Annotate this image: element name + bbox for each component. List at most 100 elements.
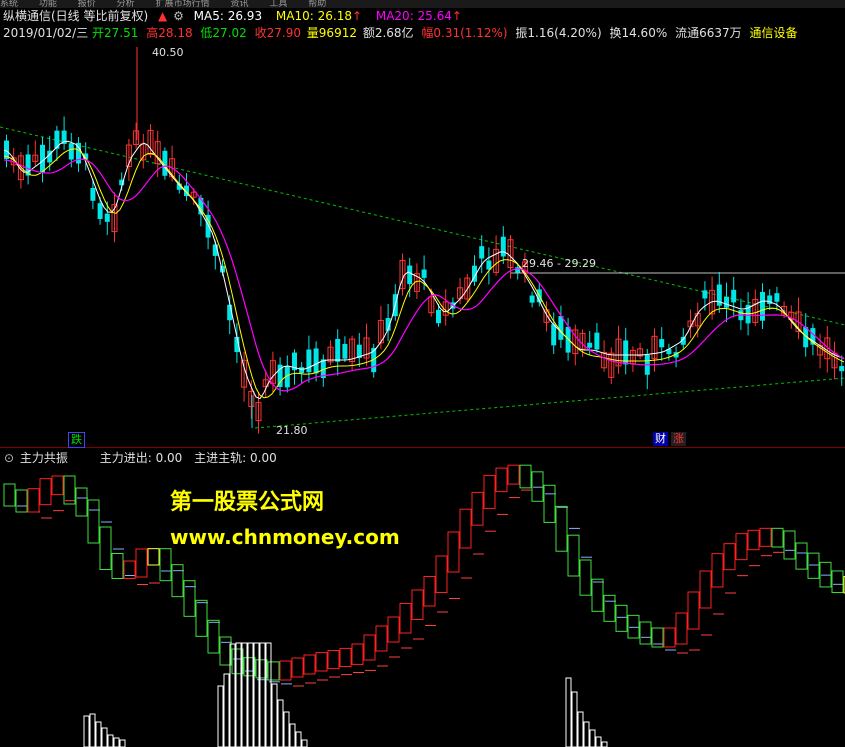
candle xyxy=(629,346,636,372)
indicator-bar xyxy=(271,683,278,747)
indicator-box xyxy=(159,548,172,582)
candle xyxy=(694,302,701,338)
indicator-bar xyxy=(247,642,254,747)
low-price-label: 21.80 xyxy=(276,424,308,437)
indicator-bar xyxy=(95,721,102,747)
indicator-bar xyxy=(601,741,608,747)
indicator-bar xyxy=(89,713,96,747)
candle xyxy=(608,347,615,384)
indicator-box xyxy=(507,464,520,485)
signal-tag-rise[interactable]: 涨 xyxy=(671,432,686,446)
indicator-box xyxy=(639,621,652,645)
indicator-box xyxy=(699,570,712,609)
candle xyxy=(436,303,441,327)
indicator-bar xyxy=(289,723,296,747)
indicator-box xyxy=(831,570,844,594)
candle xyxy=(601,340,608,372)
indicator-box xyxy=(327,650,340,670)
panel-menu-icon[interactable]: ⊙ xyxy=(4,449,14,467)
indicator-name[interactable]: 主力共振 xyxy=(20,449,68,467)
indicator-box xyxy=(315,652,328,672)
indicator-box xyxy=(807,552,820,579)
indicator-box xyxy=(387,616,400,643)
candle xyxy=(133,122,140,149)
indicator-box xyxy=(447,531,460,573)
candle xyxy=(486,247,492,285)
indicator-box xyxy=(663,627,676,648)
indicator-bar xyxy=(589,729,596,747)
indicator-box xyxy=(27,488,40,513)
indicator-box xyxy=(63,475,76,505)
indicator-bar xyxy=(217,685,224,747)
candle xyxy=(147,124,154,158)
candle xyxy=(32,140,39,166)
candle xyxy=(623,327,629,375)
candle xyxy=(327,340,334,366)
kline-chart[interactable] xyxy=(0,0,845,747)
indicator-bar xyxy=(583,721,590,747)
candle xyxy=(795,297,802,340)
indicator-box xyxy=(99,526,112,570)
candle xyxy=(615,325,622,374)
indicator-bar xyxy=(101,727,108,747)
candle xyxy=(464,273,471,302)
indicator-box xyxy=(603,594,616,622)
candle xyxy=(760,283,765,330)
indicator-box xyxy=(435,555,448,593)
candle xyxy=(140,133,147,169)
candle xyxy=(104,201,110,236)
indicator-bar xyxy=(277,699,284,747)
indicator-box xyxy=(735,533,748,561)
candle xyxy=(212,240,218,270)
indicator-bar xyxy=(577,711,584,747)
high-price-label: 40.50 xyxy=(152,46,184,59)
candle xyxy=(90,179,96,210)
indicator-box xyxy=(171,564,184,598)
indicator-bar xyxy=(107,734,114,747)
indicator-box xyxy=(483,475,496,509)
indicator-box xyxy=(303,654,316,675)
candle xyxy=(594,323,600,353)
indicator-box xyxy=(759,527,772,547)
indicator-box xyxy=(183,580,196,617)
candle xyxy=(335,329,341,376)
indicator-param-2: 主进主轨: 0.00 xyxy=(194,451,277,465)
indicator-box xyxy=(135,548,148,578)
indicator-box xyxy=(711,553,724,588)
candle xyxy=(442,289,449,326)
indicator-box xyxy=(375,625,388,652)
indicator-bar xyxy=(259,642,266,747)
watermark-title: 第一股票公式网 xyxy=(170,490,325,515)
candle xyxy=(25,144,31,185)
candle xyxy=(774,286,780,311)
candle xyxy=(637,342,644,359)
indicator-box xyxy=(783,530,796,560)
indicator-box xyxy=(147,548,160,566)
indicator-box xyxy=(579,559,592,596)
indicator-box xyxy=(819,561,832,588)
indicator-box xyxy=(543,484,556,523)
indicator-box xyxy=(111,553,124,579)
indicator-box xyxy=(423,576,436,607)
candle xyxy=(752,289,759,326)
indicator-box xyxy=(495,467,508,493)
indicator-bar xyxy=(571,691,578,747)
indicator-box xyxy=(723,543,736,571)
indicator-box xyxy=(363,634,376,661)
candle xyxy=(97,196,103,225)
indicator-box xyxy=(615,604,628,632)
indicator-bar xyxy=(83,715,90,747)
indicator-title-bar: ⊙ 主力共振 主力进出: 0.00 主进主轨: 0.00 xyxy=(0,449,845,467)
signal-tag-finance[interactable]: 财 xyxy=(653,432,668,446)
candle xyxy=(227,295,233,335)
indicator-box xyxy=(591,578,604,612)
indicator-box xyxy=(39,478,52,506)
signal-tag-fall[interactable]: 跌 xyxy=(68,432,85,448)
candle xyxy=(184,173,189,201)
candle xyxy=(356,332,362,367)
candle xyxy=(716,271,722,313)
candle xyxy=(306,335,312,383)
indicator-box xyxy=(675,612,688,645)
indicator-box xyxy=(459,508,472,549)
indicator-bar xyxy=(283,711,290,747)
